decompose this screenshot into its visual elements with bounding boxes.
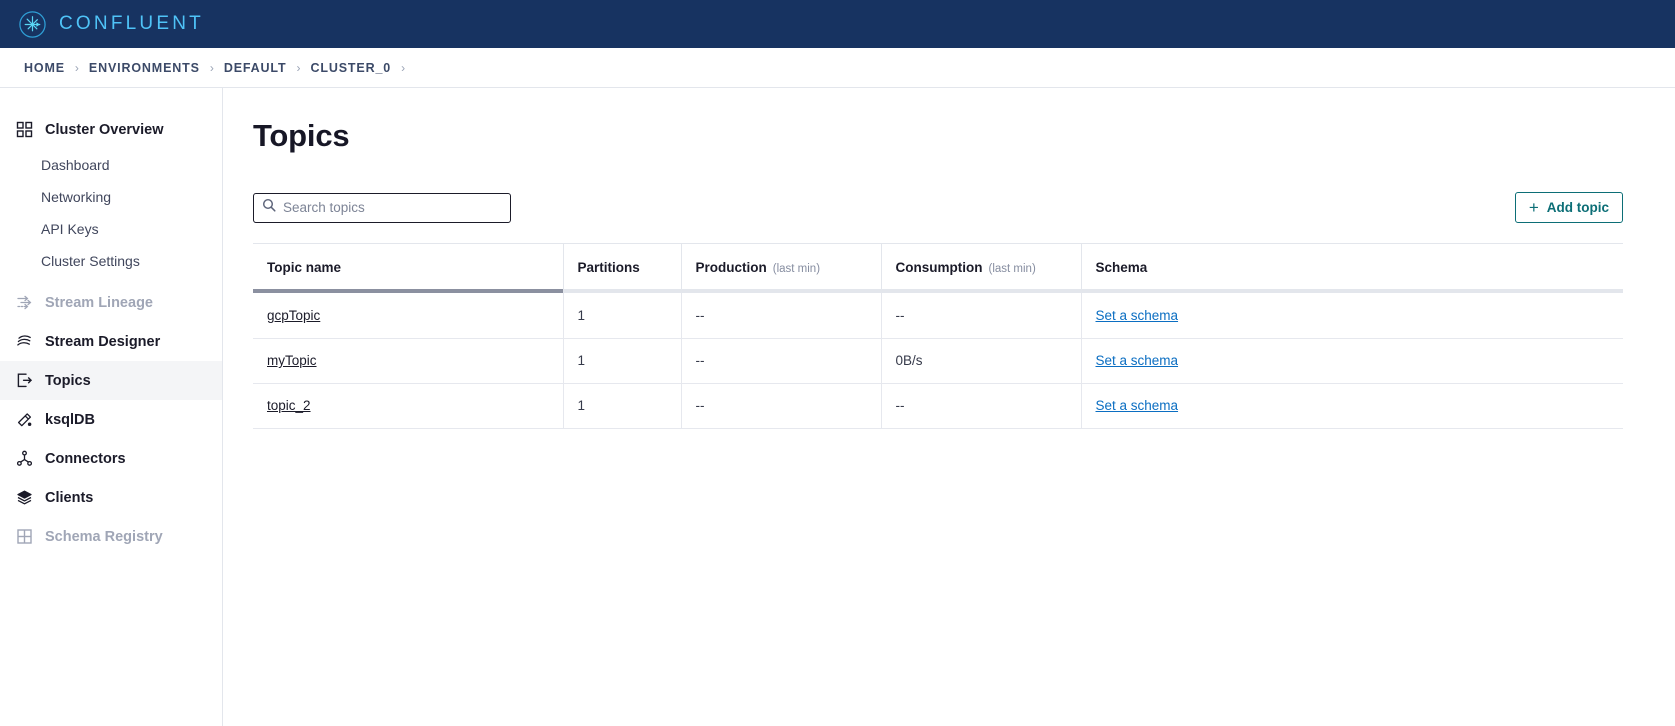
sidebar-item-networking[interactable]: Networking — [0, 181, 222, 213]
topic-name-link[interactable]: topic_2 — [267, 398, 311, 413]
column-header-partitions[interactable]: Partitions — [563, 244, 681, 290]
column-sublabel: (last min) — [989, 263, 1036, 275]
column-header-topic-name[interactable]: Topic name — [253, 244, 563, 290]
column-sublabel: (last min) — [773, 263, 820, 275]
table-row: topic_2 1 -- -- Set a schema — [253, 383, 1623, 428]
breadcrumb: HOME › ENVIRONMENTS › DEFAULT › CLUSTER_… — [0, 48, 1675, 88]
table-row: myTopic 1 -- 0B/s Set a schema — [253, 338, 1623, 383]
column-label: Consumption — [896, 260, 983, 275]
set-a-schema-link[interactable]: Set a schema — [1096, 398, 1179, 413]
table-row: gcpTopic 1 -- -- Set a schema — [253, 293, 1623, 338]
cell-partitions: 1 — [563, 293, 681, 338]
breadcrumb-item-environments[interactable]: ENVIRONMENTS — [89, 61, 200, 75]
sidebar-item-topics[interactable]: Topics — [0, 361, 222, 400]
grid-icon — [16, 121, 33, 138]
clients-stack-icon — [16, 489, 33, 506]
sidebar-item-connectors[interactable]: Connectors — [0, 439, 222, 478]
breadcrumb-separator: › — [65, 61, 89, 75]
cell-consumption: -- — [881, 293, 1081, 338]
schema-grid-icon — [16, 528, 33, 545]
set-a-schema-link[interactable]: Set a schema — [1096, 308, 1179, 323]
cell-schema: Set a schema — [1081, 383, 1623, 428]
arrows-right-icon — [16, 294, 33, 311]
cell-topic-name: topic_2 — [253, 383, 563, 428]
sidebar-item-schema-registry: Schema Registry — [0, 517, 222, 556]
set-a-schema-link[interactable]: Set a schema — [1096, 353, 1179, 368]
add-topic-button[interactable]: + Add topic — [1515, 192, 1623, 223]
cell-schema: Set a schema — [1081, 338, 1623, 383]
topics-toolbar: + Add topic — [253, 192, 1623, 223]
sidebar-item-stream-designer[interactable]: Stream Designer — [0, 322, 222, 361]
sidebar-item-api-keys[interactable]: API Keys — [0, 213, 222, 245]
sidebar-item-label: ksqlDB — [45, 412, 95, 428]
topics-table-body: gcpTopic 1 -- -- Set a schema myTopic — [253, 293, 1623, 428]
search-input[interactable] — [283, 200, 502, 215]
topic-name-link[interactable]: gcpTopic — [267, 308, 320, 323]
cell-schema: Set a schema — [1081, 293, 1623, 338]
topics-table-head: Topic name Partitions Production (last mi… — [253, 244, 1623, 294]
sidebar-item-cluster-settings[interactable]: Cluster Settings — [0, 245, 222, 277]
plus-icon: + — [1529, 199, 1539, 216]
sidebar-item-label: Cluster Settings — [41, 253, 140, 269]
sidebar-item-cluster-overview[interactable]: Cluster Overview — [0, 110, 222, 149]
topics-table: Topic name Partitions Production (last mi… — [253, 243, 1623, 429]
sidebar-item-label: Networking — [41, 189, 111, 205]
sidebar-item-ksqldb[interactable]: ksqlDB — [0, 400, 222, 439]
sidebar-item-label: Stream Lineage — [45, 295, 153, 311]
breadcrumb-separator: › — [200, 61, 224, 75]
cell-partitions: 1 — [563, 383, 681, 428]
column-header-schema[interactable]: Schema — [1081, 244, 1623, 290]
search-topics-box[interactable] — [253, 193, 511, 223]
column-label: Schema — [1096, 260, 1148, 275]
cell-partitions: 1 — [563, 338, 681, 383]
sidebar-item-label: Cluster Overview — [45, 122, 163, 138]
ksqldb-icon — [16, 411, 33, 428]
topics-icon — [16, 372, 33, 389]
column-label: Topic name — [267, 260, 341, 275]
brand-name: CONFLUENT — [59, 13, 204, 35]
column-label: Partitions — [578, 260, 640, 275]
sidebar-item-label: Clients — [45, 490, 93, 506]
table-header-row: Topic name Partitions Production (last mi… — [253, 244, 1623, 290]
sidebar: Cluster Overview Dashboard Networking AP… — [0, 88, 223, 726]
breadcrumb-item-cluster-0[interactable]: CLUSTER_0 — [310, 61, 391, 75]
app-header: CONFLUENT — [0, 0, 1675, 48]
confluent-logo-icon — [18, 10, 47, 39]
add-topic-label: Add topic — [1547, 200, 1609, 215]
stream-icon — [16, 333, 33, 350]
page-title: Topics — [253, 118, 1623, 154]
column-label: Production — [696, 260, 767, 275]
cell-consumption: 0B/s — [881, 338, 1081, 383]
cell-topic-name: gcpTopic — [253, 293, 563, 338]
sidebar-item-label: Connectors — [45, 451, 126, 467]
brand-logo[interactable]: CONFLUENT — [18, 10, 204, 39]
cell-production: -- — [681, 293, 881, 338]
cell-consumption: -- — [881, 383, 1081, 428]
breadcrumb-separator: › — [286, 61, 310, 75]
sidebar-item-label: Stream Designer — [45, 334, 160, 350]
breadcrumb-item-home[interactable]: HOME — [24, 61, 65, 75]
column-header-production[interactable]: Production (last min) — [681, 244, 881, 290]
main-content: Topics + Add topic — [223, 88, 1675, 726]
breadcrumb-separator-trailing: › — [391, 61, 415, 75]
sidebar-item-dashboard[interactable]: Dashboard — [0, 149, 222, 181]
sidebar-item-label: Topics — [45, 373, 91, 389]
sidebar-item-stream-lineage: Stream Lineage — [0, 283, 222, 322]
connectors-icon — [16, 450, 33, 467]
sidebar-item-label: Schema Registry — [45, 529, 163, 545]
breadcrumb-item-default[interactable]: DEFAULT — [224, 61, 287, 75]
cell-production: -- — [681, 338, 881, 383]
column-header-consumption[interactable]: Consumption (last min) — [881, 244, 1081, 290]
sidebar-item-label: API Keys — [41, 221, 99, 237]
sidebar-item-clients[interactable]: Clients — [0, 478, 222, 517]
topic-name-link[interactable]: myTopic — [267, 353, 317, 368]
sidebar-item-label: Dashboard — [41, 157, 110, 173]
cell-topic-name: myTopic — [253, 338, 563, 383]
search-icon — [262, 198, 276, 217]
cell-production: -- — [681, 383, 881, 428]
